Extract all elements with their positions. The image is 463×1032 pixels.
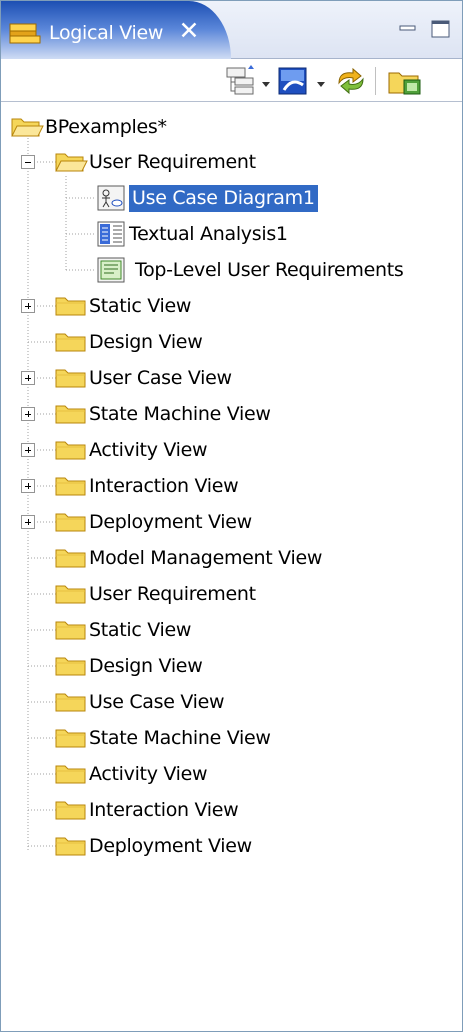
model-tree: BPexamples* User Requirement Use Case Di… <box>1 102 462 1031</box>
folder-icon <box>55 333 86 352</box>
folder-icon <box>55 729 86 748</box>
view-toolbar <box>1 59 462 102</box>
tree-folder[interactable]: Design View <box>53 649 203 683</box>
tree-folder[interactable]: Use Case View <box>53 685 225 719</box>
tree-folder[interactable]: Deployment View <box>53 829 252 863</box>
tree-folder[interactable]: Static View <box>53 289 191 323</box>
folder-icon <box>55 621 86 640</box>
layout-icon[interactable] <box>276 65 312 97</box>
tree-folder-user-requirement[interactable]: User Requirement <box>53 145 256 179</box>
minimize-icon[interactable] <box>396 17 420 41</box>
expand-toggle[interactable] <box>21 479 35 493</box>
folder-icon <box>55 693 86 712</box>
tree-folder[interactable]: User Case View <box>53 361 232 395</box>
logical-view-icon <box>9 23 41 44</box>
tree-folder[interactable]: Activity View <box>53 757 208 791</box>
folder-icon <box>55 765 86 784</box>
folder-icon <box>55 585 86 604</box>
sync-arrows-icon[interactable] <box>333 65 369 97</box>
folder-icon <box>55 369 86 388</box>
open-folder-icon <box>55 153 88 172</box>
tab-title: Logical View <box>49 22 164 44</box>
folder-icon <box>55 801 86 820</box>
tree-folder[interactable]: Design View <box>53 325 203 359</box>
expand-toggle[interactable] <box>21 407 35 421</box>
tree-root-bpexamples[interactable]: BPexamples* <box>9 110 167 144</box>
folder-icon <box>55 297 86 316</box>
toolbar-separator <box>375 67 376 95</box>
new-folder-icon[interactable] <box>386 65 426 97</box>
folder-icon <box>55 441 86 460</box>
folder-icon <box>55 477 86 496</box>
tree-item-use-case-diagram[interactable]: Use Case Diagram1 <box>95 181 318 215</box>
textual-analysis-icon <box>97 221 125 247</box>
tree-folder[interactable]: User Requirement <box>53 577 256 611</box>
open-folder-icon <box>11 118 44 137</box>
tree-folder[interactable]: Static View <box>53 613 191 647</box>
collapse-all-icon[interactable] <box>224 65 258 97</box>
tree-folder[interactable]: Interaction View <box>53 469 239 503</box>
folder-icon <box>55 549 86 568</box>
dropdown-arrow-icon[interactable] <box>259 65 273 97</box>
maximize-icon[interactable] <box>429 17 453 41</box>
folder-icon <box>55 513 86 532</box>
tree-folder[interactable]: Activity View <box>53 433 208 467</box>
tree-folder[interactable]: Model Management View <box>53 541 322 575</box>
tree-folder[interactable]: State Machine View <box>53 397 271 431</box>
expand-toggle[interactable] <box>21 515 35 529</box>
use-case-diagram-icon <box>97 185 125 211</box>
tree-folder[interactable]: State Machine View <box>53 721 271 755</box>
folder-icon <box>55 405 86 424</box>
expand-toggle[interactable] <box>21 443 35 457</box>
logical-view-panel: Logical View ✕ BPexamples* User Requirem… <box>0 0 463 1032</box>
tree-item-top-level-user-requirements[interactable]: Top-Level User Requirements <box>95 253 404 287</box>
expand-toggle[interactable] <box>21 371 35 385</box>
tree-item-textual-analysis[interactable]: Textual Analysis1 <box>95 217 288 251</box>
tab-logical-view[interactable]: Logical View ✕ <box>1 1 231 59</box>
tab-strip: Logical View ✕ <box>1 1 462 59</box>
dropdown-arrow-icon[interactable] <box>314 65 328 97</box>
folder-icon <box>55 657 86 676</box>
requirements-diagram-icon <box>97 257 125 283</box>
expand-toggle[interactable] <box>21 299 35 313</box>
tree-folder[interactable]: Deployment View <box>53 505 252 539</box>
folder-icon <box>55 837 86 856</box>
collapse-toggle[interactable] <box>21 155 35 169</box>
tree-folder[interactable]: Interaction View <box>53 793 239 827</box>
close-icon[interactable]: ✕ <box>174 16 204 46</box>
